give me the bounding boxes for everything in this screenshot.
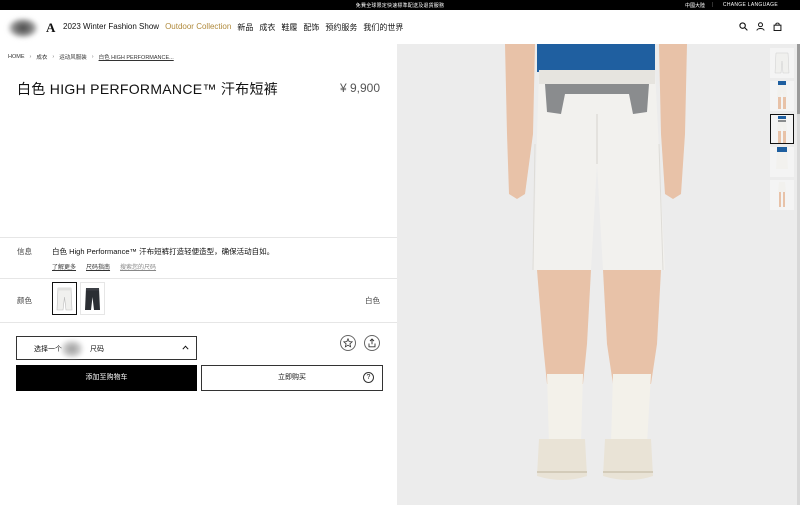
topbar-separator: | bbox=[711, 2, 713, 8]
divider bbox=[0, 322, 397, 323]
nav-item-fashion-show[interactable]: 2023 Winter Fashion Show bbox=[63, 22, 159, 33]
nav-item-accessories[interactable]: 配饰 bbox=[303, 22, 319, 33]
chevron-up-icon bbox=[182, 345, 189, 352]
color-swatch-black[interactable] bbox=[80, 282, 105, 315]
buy-now-button[interactable]: 立即购买 ? bbox=[201, 365, 383, 391]
model-front-thumbnail-icon bbox=[777, 81, 787, 109]
gallery-thumbnail[interactable] bbox=[770, 180, 794, 210]
search-icon[interactable] bbox=[739, 22, 748, 31]
breadcrumb-sportswear[interactable]: 运动风服装 bbox=[59, 53, 87, 61]
buy-now-label: 立即购买 bbox=[278, 374, 306, 381]
breadcrumb: HOME › 成衣 › 运动风服装 › 白色 HIGH PERFORMANCE.… bbox=[8, 53, 174, 61]
product-gallery bbox=[397, 44, 800, 505]
logo-blurred-mark bbox=[8, 18, 38, 38]
shorts-front-thumbnail-icon bbox=[774, 52, 790, 74]
size-select-suffix: 尺码 bbox=[89, 346, 104, 353]
product-photo bbox=[505, 44, 687, 480]
model-walk-thumbnail-icon bbox=[778, 182, 786, 207]
nav-item-our-world[interactable]: 我们的世界 bbox=[363, 22, 403, 33]
nav-item-ready-to-wear[interactable]: 成衣 bbox=[259, 22, 275, 33]
chevron-right-icon: › bbox=[29, 54, 32, 60]
info-links: 了解更多 尺码指南 搜索您的尺码 bbox=[52, 262, 156, 271]
main-nav: 2023 Winter Fashion Show Outdoor Collect… bbox=[63, 22, 403, 33]
share-button[interactable] bbox=[364, 335, 380, 351]
add-to-cart-button[interactable]: 添加至购物车 bbox=[16, 365, 197, 391]
product-details-panel: HOME › 成衣 › 运动风服装 › 白色 HIGH PERFORMANCE.… bbox=[0, 44, 397, 505]
size-guide-link[interactable]: 尺码指南 bbox=[86, 262, 110, 271]
breadcrumb-ready-to-wear[interactable]: 成衣 bbox=[36, 53, 47, 61]
chevron-right-icon: › bbox=[91, 54, 94, 60]
gallery-thumbnail[interactable] bbox=[770, 48, 794, 78]
size-select[interactable]: 选择一个 尺码 bbox=[16, 336, 197, 360]
gallery-thumbnail[interactable] bbox=[770, 147, 794, 177]
gallery-thumbnails bbox=[770, 48, 794, 213]
star-icon bbox=[343, 338, 353, 348]
nav-item-new-arrivals[interactable]: 新品 bbox=[237, 22, 253, 33]
favorite-button[interactable] bbox=[340, 335, 356, 351]
white-shorts-thumbnail-icon bbox=[56, 287, 73, 311]
header-actions bbox=[739, 22, 782, 31]
gallery-thumbnail[interactable] bbox=[770, 81, 794, 111]
breadcrumb-home[interactable]: HOME bbox=[8, 54, 25, 60]
brand-logo[interactable]: A bbox=[8, 18, 56, 38]
model-side-thumbnail-icon bbox=[776, 147, 788, 169]
color-swatch-white[interactable] bbox=[52, 282, 77, 315]
change-language-link[interactable]: CHANGE LANGUAGE bbox=[723, 2, 778, 8]
model-back-thumbnail-icon bbox=[777, 116, 787, 143]
divider bbox=[0, 278, 397, 279]
site-header: A 2023 Winter Fashion Show Outdoor Colle… bbox=[0, 10, 800, 44]
breadcrumb-current[interactable]: 白色 HIGH PERFORMANCE... bbox=[99, 53, 174, 61]
gallery-thumbnail-selected[interactable] bbox=[770, 114, 794, 144]
product-title: 白色 HIGH PERFORMANCE™ 汗布短裤 bbox=[17, 81, 279, 97]
color-label: 颜色 bbox=[17, 296, 32, 305]
nav-item-shoes[interactable]: 鞋履 bbox=[281, 22, 297, 33]
logo-letter: A bbox=[46, 20, 56, 35]
help-icon[interactable]: ? bbox=[363, 372, 374, 383]
chevron-right-icon: › bbox=[52, 54, 55, 60]
product-description: 白色 High Performance™ 汗布短裤打造轻便造型，确保活动自如。 bbox=[52, 247, 275, 256]
divider bbox=[0, 237, 397, 238]
promo-text: 免費全球限定快速標準配送及退貨服務 bbox=[355, 3, 445, 9]
product-price: ¥ 9,900 bbox=[339, 81, 380, 95]
find-size-link[interactable]: 搜索您的尺码 bbox=[120, 262, 156, 271]
promo-bar: 免費全球限定快速標準配送及退貨服務 中國大陸 | CHANGE LANGUAGE bbox=[0, 0, 800, 10]
selected-color-name: 白色 bbox=[365, 296, 380, 305]
share-icon bbox=[368, 338, 376, 348]
learn-more-link[interactable]: 了解更多 bbox=[52, 262, 76, 271]
nav-item-outdoor-collection[interactable]: Outdoor Collection bbox=[165, 22, 231, 33]
user-icon[interactable] bbox=[756, 22, 765, 31]
nav-item-appointments[interactable]: 预约服务 bbox=[325, 22, 357, 33]
blurred-region bbox=[61, 340, 83, 358]
size-select-prefix: 选择一个 bbox=[34, 346, 62, 353]
info-label: 信息 bbox=[17, 247, 32, 256]
bag-icon[interactable] bbox=[773, 22, 782, 31]
black-shorts-thumbnail-icon bbox=[85, 288, 100, 310]
region-link[interactable]: 中國大陸 bbox=[685, 2, 705, 9]
